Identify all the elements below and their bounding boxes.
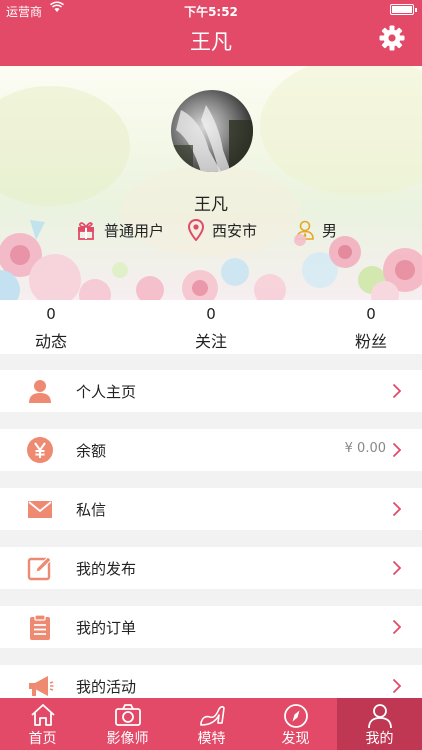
stat-followers[interactable]: 0 粉丝: [326, 304, 416, 352]
megaphone-icon: [29, 676, 54, 696]
stat-followers-label: 粉丝: [354, 332, 387, 351]
background-wash: [0, 86, 130, 206]
tab-home-label: 首页: [28, 731, 57, 747]
edit-icon: [27, 556, 52, 581]
person-outline-icon: [367, 704, 392, 729]
stat-following-label: 关注: [194, 332, 227, 351]
menu-item-label: 余额: [76, 442, 107, 460]
chevron-right-icon: [392, 560, 402, 576]
balance-value: ¥ 0.00: [344, 441, 386, 456]
gear-icon: [379, 25, 405, 51]
menu-item-my-orders[interactable]: 我的订单: [0, 606, 422, 648]
profile-header: 王凡 普通用户 西安市 男: [0, 66, 422, 300]
stats-bar: 0 动态 0 关注 0 粉丝: [0, 300, 422, 354]
page-title: 王凡: [190, 30, 232, 54]
menu-item-label: 我的订单: [76, 619, 137, 637]
envelope-icon: [28, 501, 52, 518]
tab-bar: 首页 影像师 模特 发现 我的: [0, 698, 422, 750]
tab-mine[interactable]: 我的: [337, 698, 422, 750]
tab-models[interactable]: 模特: [169, 698, 254, 750]
compass-icon: [283, 704, 308, 728]
avatar[interactable]: [171, 90, 253, 172]
chevron-right-icon: [392, 678, 402, 694]
top-bar: 运营商 下午5:52 王凡: [0, 0, 422, 66]
stat-posts-label: 动态: [34, 332, 67, 351]
settings-button[interactable]: [378, 24, 406, 52]
menu-item-label: 我的活动: [76, 678, 137, 696]
stat-followers-count: 0: [366, 305, 376, 323]
menu-item-label: 我的发布: [76, 560, 137, 578]
status-bar: 运营商 下午5:52: [0, 0, 422, 20]
menu-item-homepage[interactable]: 个人主页: [0, 370, 422, 412]
stat-posts[interactable]: 0 动态: [6, 304, 96, 352]
tab-home[interactable]: 首页: [0, 698, 85, 750]
yen-icon: [27, 437, 53, 463]
chevron-right-icon: [392, 619, 402, 635]
tab-discover[interactable]: 发现: [253, 698, 338, 750]
chevron-right-icon: [392, 501, 402, 517]
chevron-right-icon: [392, 442, 402, 458]
home-icon: [30, 704, 55, 726]
flower-decoration: [0, 220, 422, 300]
stat-following-count: 0: [206, 305, 216, 323]
status-time: 下午5:52: [184, 5, 238, 19]
stat-posts-count: 0: [46, 305, 56, 323]
high-heel-icon: [199, 705, 225, 726]
clipboard-icon: [30, 614, 50, 640]
tab-discover-label: 发现: [281, 731, 310, 747]
tab-photographers-label: 影像师: [106, 731, 149, 747]
chevron-right-icon: [392, 383, 402, 399]
person-icon: [29, 380, 51, 403]
battery-icon: [390, 4, 417, 15]
tab-photographers[interactable]: 影像师: [85, 698, 170, 750]
camera-icon: [114, 704, 141, 726]
menu-item-messages[interactable]: 私信: [0, 488, 422, 530]
menu-item-my-posts[interactable]: 我的发布: [0, 547, 422, 589]
tab-mine-label: 我的: [365, 731, 394, 747]
menu-item-balance[interactable]: 余额 ¥ 0.00: [0, 429, 422, 471]
menu-item-label: 个人主页: [76, 383, 137, 401]
menu-item-label: 私信: [76, 501, 107, 519]
background-wash: [260, 66, 422, 196]
tab-models-label: 模特: [197, 731, 226, 747]
stat-following[interactable]: 0 关注: [166, 304, 256, 352]
